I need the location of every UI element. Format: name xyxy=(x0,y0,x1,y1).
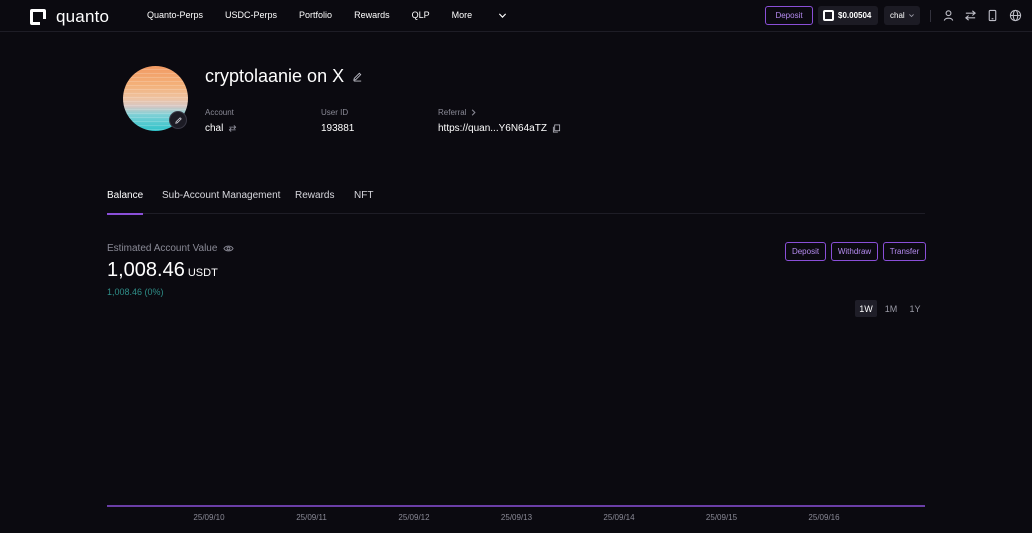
balance-chart: 25/09/10 25/09/11 25/09/12 25/09/13 25/09/14… xyxy=(107,505,925,522)
x-tick-label: 25/09/13 xyxy=(501,513,533,522)
x-tick-label: 25/09/12 xyxy=(398,513,430,522)
x-tick-label: 25/09/15 xyxy=(706,513,738,522)
x-tick-label: 25/09/11 xyxy=(296,513,327,522)
x-tick-label: 25/09/10 xyxy=(193,513,225,522)
x-tick-label: 25/09/16 xyxy=(808,513,840,522)
x-tick-label: 25/09/14 xyxy=(603,513,635,522)
